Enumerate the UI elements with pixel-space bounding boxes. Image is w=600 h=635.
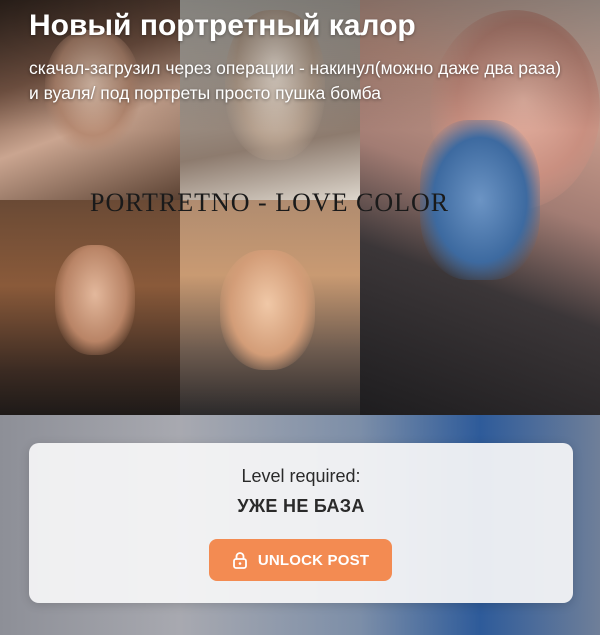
portrait-photo <box>0 200 180 415</box>
level-required-label: Level required: <box>241 466 361 486</box>
portrait-photo <box>180 200 360 415</box>
locked-post-card: Level required: УЖЕ НЕ БАЗА UNLOCK POST <box>29 443 573 603</box>
unlock-post-button[interactable]: UNLOCK POST <box>209 539 392 581</box>
unlock-post-label: UNLOCK POST <box>257 551 370 569</box>
required-level-name: УЖЕ НЕ БАЗА <box>237 496 365 516</box>
post-description: скачал-загрузил через операции - накинул… <box>29 58 562 103</box>
image-watermark: PORTRETNO - LOVE COLOR <box>90 188 450 217</box>
lock-icon <box>232 551 248 569</box>
post-title: Новый портретный калор <box>29 9 416 42</box>
